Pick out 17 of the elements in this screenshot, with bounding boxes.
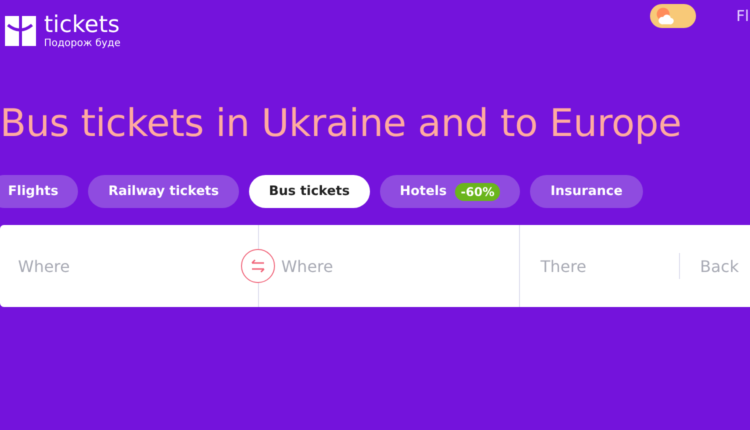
swap-button[interactable] <box>241 249 276 283</box>
nav-link[interactable]: Fl <box>736 7 749 25</box>
sun-cloud-icon <box>654 6 676 26</box>
category-tab[interactable]: Flights <box>0 175 78 208</box>
logo-tagline: Подорож буде <box>44 38 120 48</box>
category-tab[interactable]: Railway tickets <box>88 175 239 208</box>
origin-field[interactable]: Where <box>0 256 138 276</box>
discount-badge: -60% <box>454 182 500 200</box>
category-tab[interactable]: Bus tickets <box>248 175 370 208</box>
category-tab[interactable]: Hotels -60% <box>380 175 520 208</box>
theme-toggle[interactable] <box>650 4 696 28</box>
page-title: Bus tickets in Ukraine and to Europe <box>0 101 682 145</box>
departure-date-field[interactable]: There <box>520 256 640 276</box>
category-tab[interactable]: Insurance <box>530 175 643 208</box>
destination-field[interactable]: Where <box>281 256 392 276</box>
logo-name: tickets <box>44 14 120 36</box>
return-date-field[interactable]: Back <box>680 256 750 276</box>
